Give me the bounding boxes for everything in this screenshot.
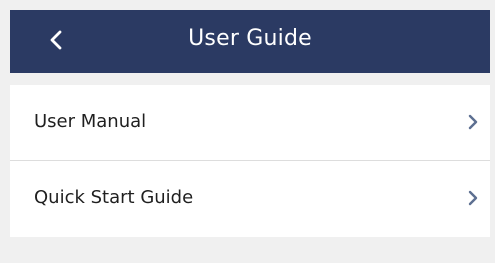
guide-menu-list: User Manual Quick Start Guide: [10, 85, 490, 237]
menu-item-user-manual[interactable]: User Manual: [10, 85, 490, 160]
page-title: User Guide: [188, 26, 312, 51]
chevron-right-icon: [466, 113, 480, 131]
menu-item-label: Quick Start Guide: [34, 187, 194, 208]
menu-item-quick-start-guide[interactable]: Quick Start Guide: [10, 160, 490, 236]
chevron-right-icon: [466, 189, 480, 207]
menu-item-label: User Manual: [34, 111, 147, 132]
user-guide-screen: User Guide User Manual Quick Start Guide: [10, 10, 490, 263]
app-header: User Guide: [10, 10, 490, 73]
